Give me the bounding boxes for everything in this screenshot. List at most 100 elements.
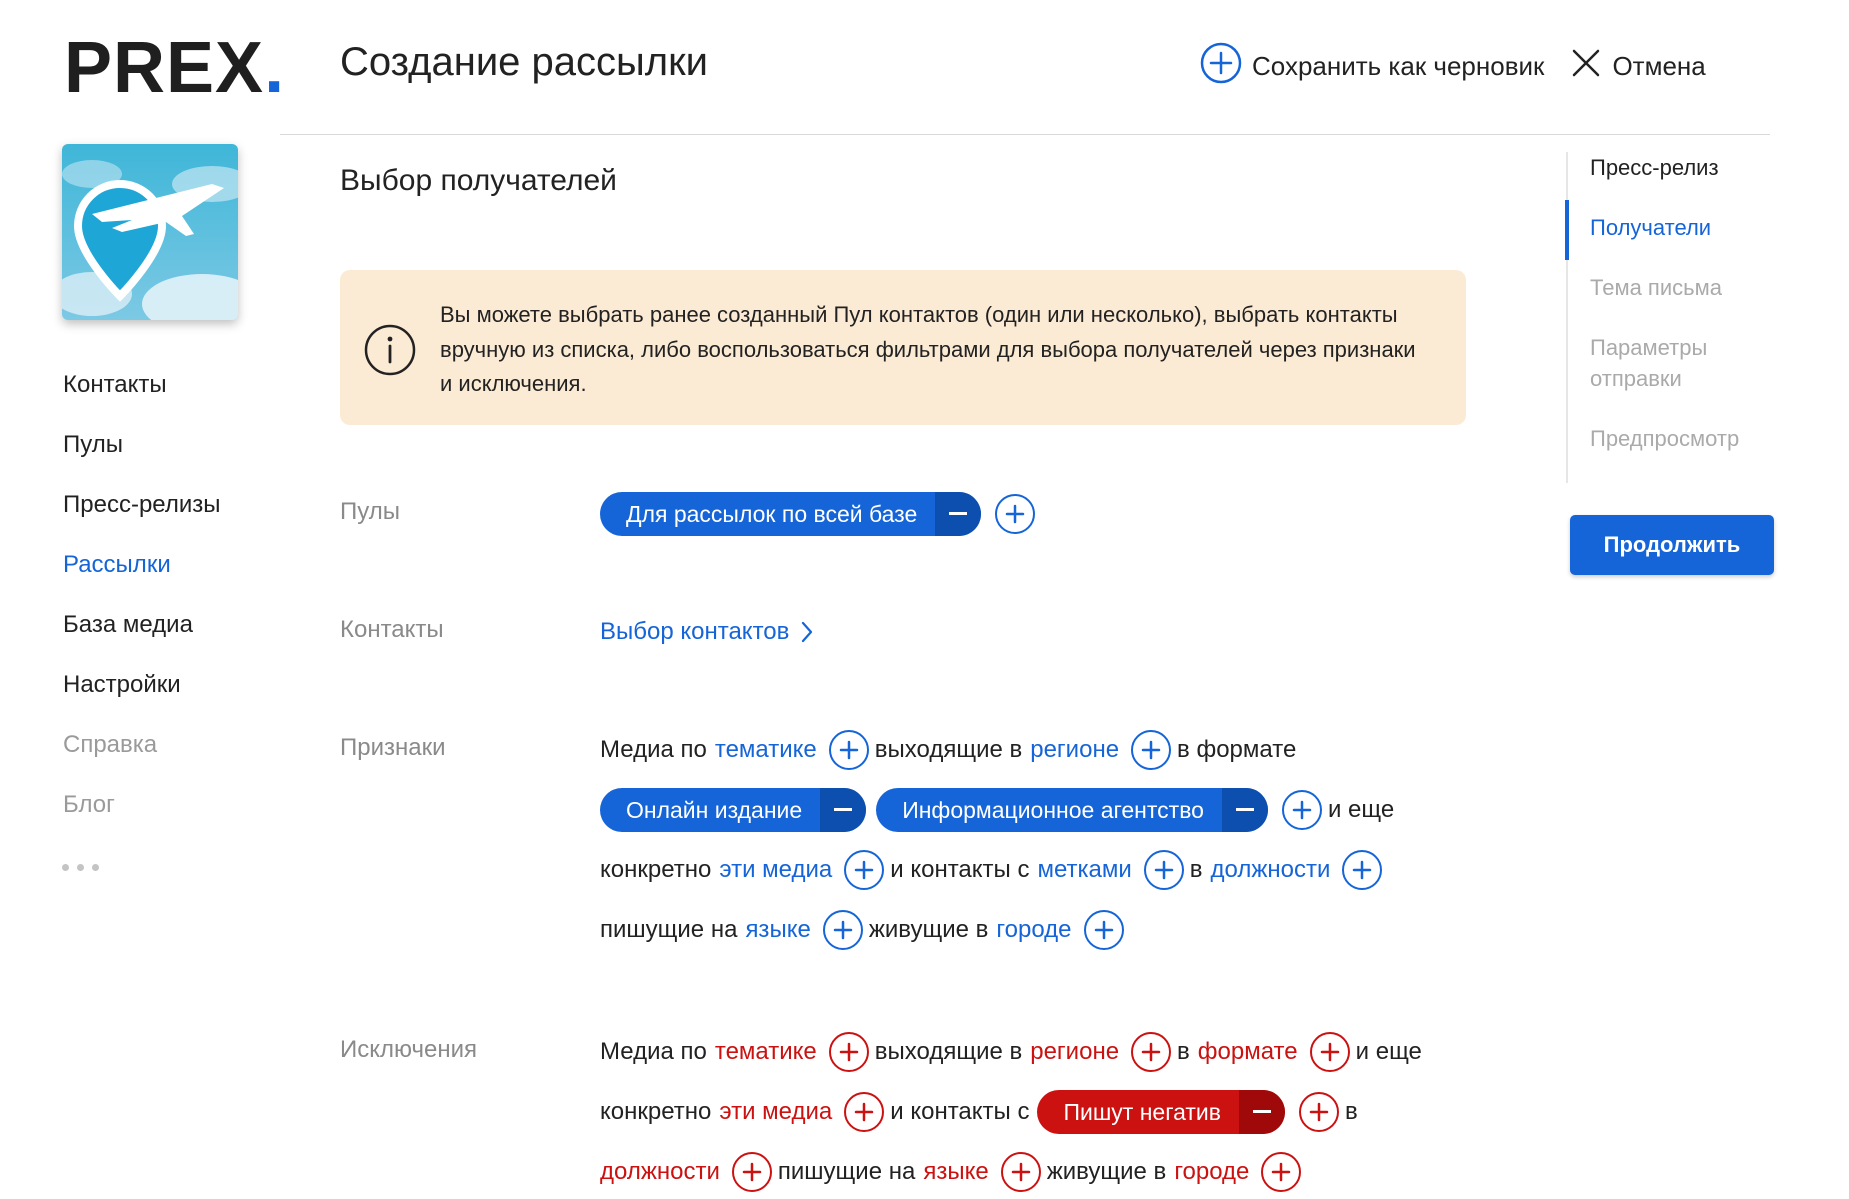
plus-circle-icon xyxy=(1200,42,1242,91)
excl-add-position-button[interactable] xyxy=(731,1152,772,1192)
plus-icon xyxy=(1141,1042,1161,1062)
airplane-pin-image xyxy=(62,144,238,320)
city-link[interactable]: городе xyxy=(996,916,1071,944)
exclusions-filters: Медиа по тематике выходящие в регионе в … xyxy=(600,1022,1430,1199)
step-email-subject[interactable]: Тема письма xyxy=(1568,272,1766,303)
excl-language-link[interactable]: языке xyxy=(923,1158,988,1186)
sidebar-item-pools[interactable]: Пулы xyxy=(63,430,221,490)
text-and-contacts-with: и контакты с xyxy=(890,1098,1030,1125)
text-in-format: в формате xyxy=(1177,736,1297,763)
text-writing-in: пишущие на xyxy=(777,1158,916,1185)
excl-add-city-button[interactable] xyxy=(1261,1152,1302,1192)
format-chip[interactable]: Информационное агентство xyxy=(876,788,1268,832)
excl-add-media-button[interactable] xyxy=(844,1092,885,1132)
wizard-steps: Пресс-релиз Получатели Тема письма Парам… xyxy=(1565,152,1766,483)
contacts-label: Контакты xyxy=(340,616,444,643)
excl-add-language-button[interactable] xyxy=(1000,1152,1041,1192)
text-in: в xyxy=(1189,856,1203,883)
add-topic-button[interactable] xyxy=(828,730,869,770)
save-draft-button[interactable]: Сохранить как черновик xyxy=(1200,42,1544,91)
add-media-button[interactable] xyxy=(844,850,885,890)
header-divider xyxy=(280,134,1770,135)
text-and-more: и еще xyxy=(1355,1038,1422,1065)
more-dots-icon[interactable] xyxy=(62,864,99,871)
tags-link[interactable]: метками xyxy=(1037,856,1131,884)
add-region-button[interactable] xyxy=(1131,730,1172,770)
language-link[interactable]: языке xyxy=(745,916,810,944)
sidebar-item-settings[interactable]: Настройки xyxy=(63,670,221,730)
format-chip[interactable]: Онлайн издание xyxy=(600,788,867,832)
excl-city-link[interactable]: городе xyxy=(1174,1158,1249,1186)
excl-format-link[interactable]: формате xyxy=(1198,1038,1298,1066)
add-language-button[interactable] xyxy=(822,910,863,950)
save-draft-label: Сохранить как черновик xyxy=(1252,51,1545,81)
excl-tag-chip[interactable]: Пишут негатив xyxy=(1037,1090,1285,1134)
add-pool-button[interactable] xyxy=(995,494,1036,534)
excl-add-topic-button[interactable] xyxy=(828,1032,869,1072)
minus-icon xyxy=(1252,1110,1271,1113)
these-media-link[interactable]: эти медиа xyxy=(719,856,832,884)
excl-region-link[interactable]: регионе xyxy=(1030,1038,1119,1066)
excl-add-tag-button[interactable] xyxy=(1298,1092,1339,1132)
remove-pool-button[interactable] xyxy=(935,492,982,536)
sidebar-item-contacts[interactable]: Контакты xyxy=(63,370,221,430)
excl-positions-link[interactable]: должности xyxy=(600,1158,720,1186)
step-send-parameters[interactable]: Параметры отправки xyxy=(1568,332,1766,394)
sidebar-item-help[interactable]: Справка xyxy=(63,730,221,790)
remove-format-button[interactable] xyxy=(1221,788,1268,832)
info-banner: Вы можете выбрать ранее созданный Пул ко… xyxy=(340,270,1466,425)
add-format-button[interactable] xyxy=(1281,790,1322,830)
excl-these-media-link[interactable]: эти медиа xyxy=(719,1098,832,1126)
excl-tag-chip-label: Пишут негатив xyxy=(1063,1098,1221,1125)
sidebar-nav: Контакты Пулы Пресс-релизы Рассылки База… xyxy=(63,370,221,850)
chevron-right-icon xyxy=(802,621,813,643)
add-position-button[interactable] xyxy=(1342,850,1383,890)
prex-logo[interactable]: PREX. xyxy=(64,32,285,104)
continue-button[interactable]: Продолжить xyxy=(1570,515,1774,575)
plus-icon xyxy=(742,1162,762,1182)
logo-text: PREX xyxy=(64,28,265,108)
logo-dot: . xyxy=(264,28,286,108)
pool-chip[interactable]: Для рассылок по всей базе xyxy=(600,492,982,536)
sidebar-item-blog[interactable]: Блог xyxy=(63,790,221,850)
plus-icon xyxy=(1154,860,1174,880)
cancel-label: Отмена xyxy=(1612,51,1706,81)
sidebar-item-press-releases[interactable]: Пресс-релизы xyxy=(63,490,221,550)
plus-icon xyxy=(855,860,874,880)
account-avatar[interactable] xyxy=(62,144,238,320)
plus-icon xyxy=(1320,1042,1339,1062)
excl-topic-link[interactable]: тематике xyxy=(715,1038,817,1066)
plus-icon xyxy=(1353,860,1372,880)
excl-add-region-button[interactable] xyxy=(1131,1032,1172,1072)
step-preview[interactable]: Предпросмотр xyxy=(1568,423,1766,454)
text-media-by: Медиа по xyxy=(600,1038,707,1065)
minus-icon xyxy=(949,512,968,515)
add-city-button[interactable] xyxy=(1083,910,1124,950)
minus-icon xyxy=(834,808,853,811)
text-media-by: Медиа по xyxy=(600,736,707,763)
step-recipients[interactable]: Получатели xyxy=(1565,200,1766,260)
select-contacts-link[interactable]: Выбор контактов xyxy=(600,618,813,646)
remove-excl-tag-button[interactable] xyxy=(1238,1090,1285,1134)
step-press-release[interactable]: Пресс-релиз xyxy=(1568,152,1766,183)
add-tag-button[interactable] xyxy=(1143,850,1184,890)
text-in: в xyxy=(1344,1098,1358,1125)
remove-format-button[interactable] xyxy=(820,788,867,832)
cancel-button[interactable]: Отмена xyxy=(1570,47,1706,86)
plus-icon xyxy=(839,1042,859,1062)
text-specifically: конкретно xyxy=(600,856,712,883)
sidebar-item-mailings[interactable]: Рассылки xyxy=(63,550,221,610)
plus-icon xyxy=(1094,920,1113,940)
plus-icon xyxy=(1272,1162,1291,1182)
topic-link[interactable]: тематике xyxy=(715,736,817,764)
select-contacts-label: Выбор контактов xyxy=(600,618,790,645)
text-coming-in: выходящие в xyxy=(874,736,1023,763)
excl-add-format-button[interactable] xyxy=(1309,1032,1350,1072)
region-link[interactable]: регионе xyxy=(1030,736,1119,764)
text-specifically: конкретно xyxy=(600,1098,712,1125)
sidebar-item-media-base[interactable]: База медиа xyxy=(63,610,221,670)
plus-icon xyxy=(839,740,859,760)
text-writing-in: пишущие на xyxy=(600,916,738,943)
positions-link[interactable]: должности xyxy=(1211,856,1331,884)
minus-icon xyxy=(1235,808,1254,811)
